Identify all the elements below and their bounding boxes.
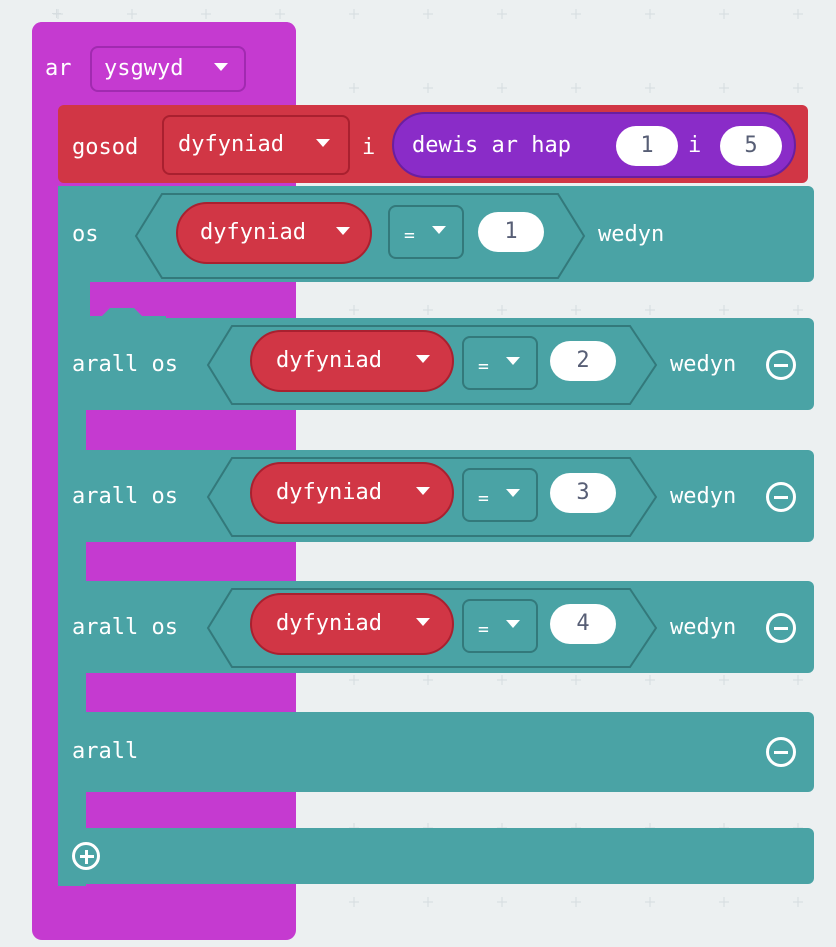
then-label-2: wedyn <box>670 352 737 377</box>
chevron-down-icon <box>316 130 330 160</box>
grid-cross <box>127 9 137 19</box>
else-row[interactable] <box>58 712 814 792</box>
statement-notch <box>86 280 166 320</box>
grid-cross <box>497 897 507 907</box>
then-label-4: wedyn <box>670 615 737 640</box>
chevron-down-icon <box>336 218 350 248</box>
grid-cross <box>793 305 803 315</box>
grid-cross <box>645 675 655 685</box>
variable-name-1: dyfyniad <box>200 220 306 245</box>
grid-cross <box>571 675 581 685</box>
plus-circle-icon[interactable] <box>72 842 100 870</box>
grid-cross <box>571 897 581 907</box>
grid-cross <box>793 83 803 93</box>
random-max-input[interactable]: 5 <box>720 126 782 166</box>
grid-cross <box>349 897 359 907</box>
variable-name-3: dyfyniad <box>276 480 382 505</box>
chevron-down-icon <box>432 217 446 247</box>
set-variable-dropdown[interactable]: dyfyniad <box>162 115 350 175</box>
grid-cross <box>719 305 729 315</box>
variable-name-2: dyfyniad <box>276 348 382 373</box>
condition-value-4[interactable]: 4 <box>550 604 616 644</box>
if-block-footer[interactable] <box>58 828 814 884</box>
chevron-down-icon <box>416 478 430 508</box>
grid-cross <box>793 9 803 19</box>
gesture-dropdown-value: ysgwyd <box>104 56 184 81</box>
grid-cross <box>571 83 581 93</box>
set-variable-name: dyfyniad <box>178 132 284 157</box>
grid-cross <box>423 83 433 93</box>
operator-value-4: = <box>478 619 489 640</box>
condition-value-2[interactable]: 2 <box>550 341 616 381</box>
grid-cross <box>719 675 729 685</box>
grid-cross <box>201 9 211 19</box>
operator-value-1: = <box>404 225 415 246</box>
chevron-down-icon <box>506 348 520 378</box>
else-if-label-4: arall os <box>72 615 178 640</box>
then-label-1: wedyn <box>598 222 665 247</box>
variable-reporter-2[interactable]: dyfyniad <box>250 330 454 392</box>
minus-circle-icon[interactable] <box>766 613 796 643</box>
grid-cross <box>349 305 359 315</box>
pick-random-to-label: i <box>688 133 702 158</box>
grid-cross <box>349 675 359 685</box>
grid-cross <box>719 9 729 19</box>
grid-cross <box>275 9 285 19</box>
chevron-down-icon <box>506 611 520 641</box>
if-label: os <box>72 222 99 247</box>
grid-cross <box>53 9 63 19</box>
grid-cross <box>793 897 803 907</box>
set-label: gosod <box>72 135 139 160</box>
chevron-down-icon <box>416 609 430 639</box>
grid-cross <box>423 675 433 685</box>
operator-dropdown-2[interactable]: = <box>462 336 538 390</box>
grid-cross <box>423 897 433 907</box>
operator-dropdown-3[interactable]: = <box>462 468 538 522</box>
pick-random-label: dewis ar hap <box>412 133 571 158</box>
grid-cross <box>423 305 433 315</box>
grid-cross <box>571 9 581 19</box>
variable-reporter-1[interactable]: dyfyniad <box>176 202 372 264</box>
operator-dropdown-1[interactable]: = <box>388 205 464 259</box>
grid-cross <box>645 897 655 907</box>
minus-circle-icon[interactable] <box>766 350 796 380</box>
else-if-label-3: arall os <box>72 484 178 509</box>
grid-cross <box>719 83 729 93</box>
minus-circle-icon[interactable] <box>766 482 796 512</box>
operator-value-2: = <box>478 356 489 377</box>
variable-reporter-4[interactable]: dyfyniad <box>250 593 454 655</box>
minus-circle-icon[interactable] <box>766 737 796 767</box>
operator-dropdown-4[interactable]: = <box>462 599 538 653</box>
grid-cross <box>497 675 507 685</box>
chevron-down-icon <box>214 54 228 84</box>
then-label-3: wedyn <box>670 484 737 509</box>
random-min-input[interactable]: 1 <box>616 126 678 166</box>
grid-cross <box>793 675 803 685</box>
condition-value-1[interactable]: 1 <box>478 212 544 252</box>
grid-cross <box>645 305 655 315</box>
else-if-label-2: arall os <box>72 352 178 377</box>
gesture-dropdown[interactable]: ysgwyd <box>90 46 246 92</box>
operator-value-3: = <box>478 488 489 509</box>
variable-reporter-3[interactable]: dyfyniad <box>250 462 454 524</box>
grid-cross <box>645 9 655 19</box>
grid-cross <box>423 9 433 19</box>
condition-value-3[interactable]: 3 <box>550 473 616 513</box>
grid-cross <box>571 305 581 315</box>
grid-cross <box>497 83 507 93</box>
grid-cross <box>349 9 359 19</box>
chevron-down-icon <box>416 346 430 376</box>
grid-cross <box>645 83 655 93</box>
else-label: arall <box>72 739 139 764</box>
set-to-label: i <box>362 135 376 160</box>
variable-name-4: dyfyniad <box>276 611 382 636</box>
chevron-down-icon <box>506 480 520 510</box>
grid-cross <box>349 83 359 93</box>
grid-cross <box>497 305 507 315</box>
on-shake-label: ar <box>45 56 72 81</box>
grid-cross <box>497 9 507 19</box>
grid-cross <box>719 897 729 907</box>
